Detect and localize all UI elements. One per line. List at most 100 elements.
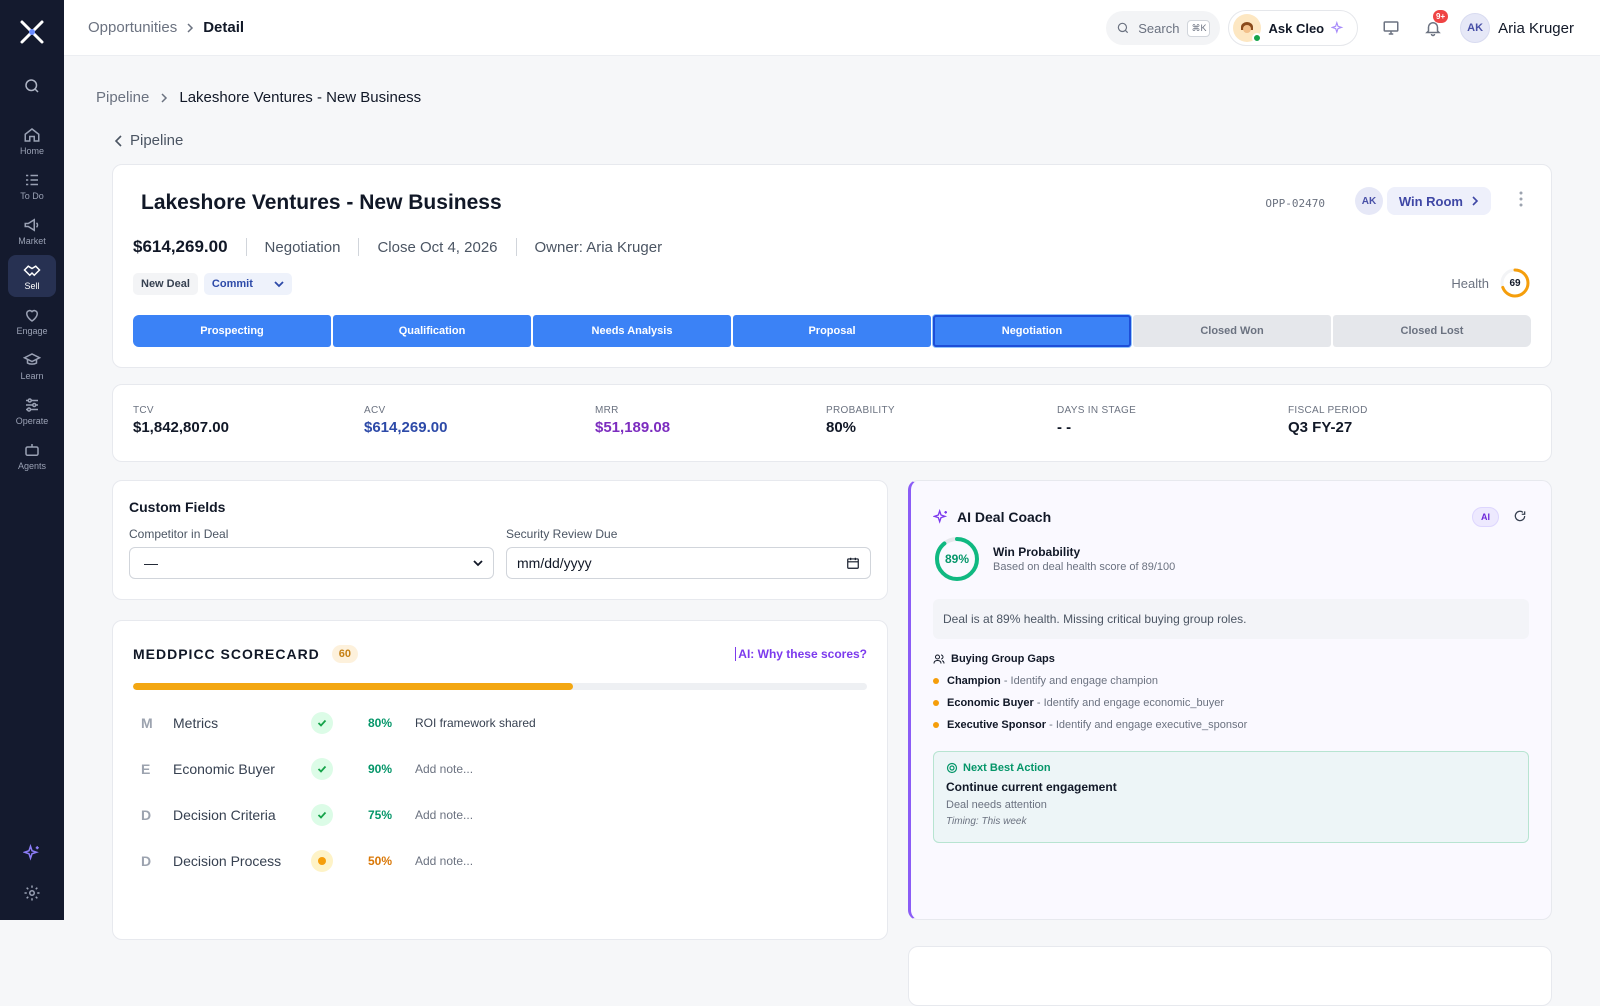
- metric-label: FISCAL PERIOD: [1288, 405, 1368, 416]
- sidebar-item-operate[interactable]: Operate: [8, 390, 56, 432]
- stage-proposal[interactable]: Proposal: [733, 315, 931, 347]
- divider: [358, 238, 360, 256]
- meddpicc-score-badge: 60: [331, 645, 359, 663]
- sidebar-item-home[interactable]: Home: [8, 120, 56, 162]
- gap-role: Champion: [947, 675, 1001, 687]
- breadcrumb-pipeline[interactable]: Pipeline: [96, 89, 149, 106]
- stage-needs-analysis[interactable]: Needs Analysis: [533, 315, 731, 347]
- competitor-select[interactable]: —: [129, 547, 494, 579]
- meddpicc-name: Decision Process: [173, 853, 282, 869]
- gap-item: Economic Buyer - Identify and engage eco…: [933, 697, 1224, 709]
- logo-x-icon: [20, 20, 44, 44]
- sidebar-item-label: Learn: [20, 371, 44, 381]
- owner-avatar[interactable]: AK: [1355, 187, 1383, 215]
- stage-prospecting[interactable]: Prospecting: [133, 315, 331, 347]
- megaphone-icon: [24, 218, 39, 232]
- ai-why-scores-link[interactable]: AI: Why these scores?: [735, 647, 867, 661]
- stage-qualification[interactable]: Qualification: [333, 315, 531, 347]
- gaps-title: Buying Group Gaps: [951, 653, 1055, 665]
- deal-meta: $614,269.00 Negotiation Close Oct 4, 202…: [133, 237, 662, 257]
- sparkle-icon[interactable]: [23, 844, 41, 862]
- search-label: Search: [1138, 20, 1180, 36]
- target-icon: [946, 762, 958, 774]
- meddpicc-note[interactable]: ROI framework shared: [415, 716, 536, 730]
- back-to-pipeline-link[interactable]: Pipeline: [114, 132, 183, 149]
- avatar: AK: [1460, 13, 1491, 43]
- global-search[interactable]: Search ⌘K: [1106, 11, 1221, 45]
- sidebar-item-market[interactable]: Market: [8, 210, 56, 252]
- stage-negotiation[interactable]: Negotiation: [933, 315, 1131, 347]
- gear-icon[interactable]: [23, 884, 41, 902]
- nba-header-text: Next Best Action: [963, 762, 1051, 774]
- chevron-down-icon: [274, 281, 284, 288]
- user-menu[interactable]: AK Aria Kruger: [1460, 13, 1574, 43]
- next-card-partial: [908, 946, 1552, 1006]
- deal-tags: New Deal Commit: [133, 273, 292, 295]
- metric-label: DAYS IN STAGE: [1057, 405, 1137, 416]
- ask-cleo-button[interactable]: Ask Cleo: [1228, 10, 1359, 46]
- coach-title: AI Deal Coach: [933, 509, 1051, 525]
- sidebar-search-button[interactable]: [12, 66, 52, 106]
- meddpicc-note[interactable]: Add note...: [415, 762, 473, 776]
- sidebar-item-learn[interactable]: Learn: [8, 345, 56, 387]
- sidebar-item-label: Home: [19, 146, 44, 156]
- more-options-icon[interactable]: [1519, 191, 1523, 207]
- nba-header: Next Best Action: [946, 762, 1516, 774]
- sidebar: Home To Do Market Sell Engage Learn Oper…: [0, 0, 64, 920]
- security-review-date-input[interactable]: mm/dd/yyyy: [506, 547, 871, 579]
- sidebar-item-engage[interactable]: Engage: [8, 300, 56, 342]
- calendar-icon[interactable]: [846, 556, 860, 570]
- metric-value: $614,269.00: [364, 419, 448, 436]
- gap-description: - Identify and engage executive_sponsor: [1046, 719, 1248, 731]
- custom-fields-title: Custom Fields: [129, 499, 226, 515]
- metric-fiscal-period: FISCAL PERIOD Q3 FY-27: [1288, 385, 1519, 461]
- stage-closed-won[interactable]: Closed Won: [1133, 315, 1331, 347]
- meddpicc-row: M Metrics 80% ROI framework shared: [133, 705, 867, 741]
- forecast-select[interactable]: Commit: [203, 273, 292, 295]
- gap-role: Executive Sponsor: [947, 719, 1047, 731]
- win-probability-ring: 89%: [933, 535, 981, 583]
- sidebar-item-label: To Do: [20, 191, 44, 201]
- win-probability: 89% Win Probability Based on deal health…: [933, 535, 1175, 583]
- ai-deal-coach-card: AI Deal Coach AI 89% Win Probability Bas…: [908, 480, 1552, 920]
- topbar: Opportunities Detail Search ⌘K Ask Cleo …: [64, 0, 1600, 56]
- sidebar-item-todo[interactable]: To Do: [8, 165, 56, 207]
- ai-badge: AI: [1472, 507, 1499, 527]
- sparkle-icon: [933, 509, 948, 524]
- sidebar-item-sell[interactable]: Sell: [8, 255, 56, 297]
- stage-closed-lost[interactable]: Closed Lost: [1333, 315, 1531, 347]
- gap-item: Champion - Identify and engage champion: [933, 675, 1158, 687]
- nba-title: Continue current engagement: [946, 780, 1117, 794]
- monitor-icon: [1383, 21, 1399, 35]
- metric-label: ACV: [364, 405, 386, 416]
- meddpicc-letter: E: [141, 761, 151, 777]
- search-icon: [1118, 22, 1129, 34]
- meddpicc-percent: 90%: [367, 762, 393, 776]
- gap-item: Executive Sponsor - Identify and engage …: [933, 719, 1247, 731]
- stage-progress: Prospecting Qualification Needs Analysis Pr…: [133, 315, 1531, 347]
- meddpicc-note[interactable]: Add note...: [415, 854, 473, 868]
- online-status-dot: [1252, 33, 1263, 43]
- competitor-label: Competitor in Deal: [129, 527, 229, 541]
- forecast-value: Commit: [211, 278, 253, 290]
- win-room-button[interactable]: Win Room: [1386, 187, 1491, 215]
- notifications-button[interactable]: 9+: [1414, 10, 1452, 46]
- meddpicc-note[interactable]: Add note...: [415, 808, 473, 822]
- app-logo[interactable]: [0, 0, 64, 64]
- deal-amount: $614,269.00: [133, 237, 228, 256]
- meddpicc-row: E Economic Buyer 90% Add note...: [133, 751, 867, 787]
- warning-dot-icon: [311, 850, 333, 872]
- bullet-icon: [933, 700, 939, 706]
- meddpicc-letter: D: [141, 853, 152, 869]
- todo-icon: [26, 174, 38, 186]
- meddpicc-name: Decision Criteria: [173, 807, 276, 823]
- refresh-icon[interactable]: [1513, 509, 1527, 523]
- meddpicc-name: Metrics: [173, 715, 219, 731]
- breadcrumb-opportunities[interactable]: Opportunities: [88, 19, 177, 36]
- sidebar-item-agents[interactable]: Agents: [8, 435, 56, 477]
- deal-close-date: Close Oct 4, 2026: [377, 238, 498, 256]
- gap-text: Executive Sponsor - Identify and engage …: [947, 719, 1247, 731]
- main-content: Pipeline Lakeshore Ventures - New Busine…: [64, 56, 1600, 1006]
- present-button[interactable]: [1372, 10, 1410, 46]
- metric-label: TCV: [133, 405, 154, 416]
